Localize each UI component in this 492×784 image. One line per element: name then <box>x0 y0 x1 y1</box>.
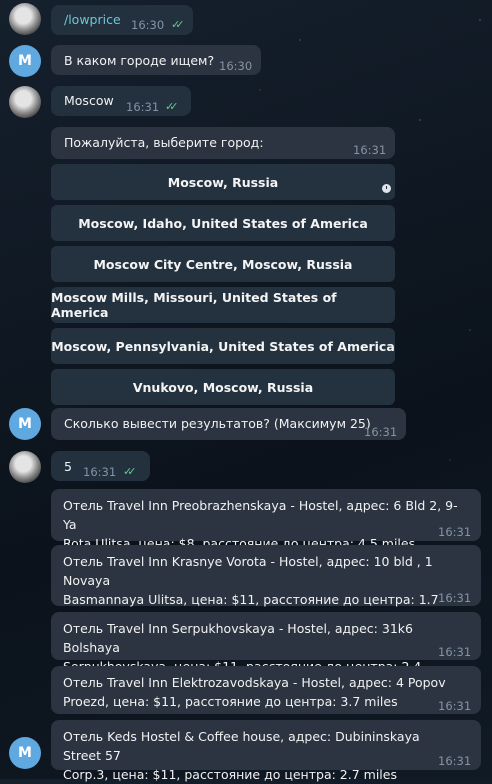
message-time: 16:31 <box>438 645 472 659</box>
message-text: 5 <box>64 459 72 474</box>
city-button-label: Moscow, Russia <box>167 174 279 190</box>
read-checks-icon: ✓✓ <box>123 465 137 478</box>
hotel-result-message[interactable]: Отель Travel Inn Serpukhovskaya - Hostel… <box>51 612 481 693</box>
city-button-moscow-russia[interactable]: Moscow, Russia <box>51 164 395 200</box>
message-text: В каком городе ищем? <box>64 53 215 68</box>
message-time: 16:30 <box>219 59 253 73</box>
city-button-moscow-pennsylvania[interactable]: Moscow, Pennsylvania, United States of A… <box>51 328 395 364</box>
hotel-result-message[interactable]: Отель Travel Inn Krasnye Vorota - Hostel… <box>51 545 481 626</box>
read-checks-icon: ✓✓ <box>171 18 185 31</box>
message-time: 16:31 <box>353 143 387 157</box>
message-text: Сколько вывести результатов? (Максимум 2… <box>64 416 371 431</box>
hotel-line-2: Corp.3, цена: $11, расстояние до центра:… <box>63 767 397 782</box>
city-button-label: Moscow City Centre, Moscow, Russia <box>93 256 353 272</box>
hotel-line-1: Отель Travel Inn Serpukhovskaya - Hostel… <box>63 621 413 655</box>
message-bubble-bot[interactable]: Пожалуйста, выберите город: 16:31 <box>51 127 395 159</box>
hotel-line-1: Отель Keds Hostel & Coffee house, адрес:… <box>63 729 420 763</box>
hotel-line-2: Proezd, цена: $11, расстояние до центра:… <box>63 694 398 709</box>
hotel-result-message[interactable]: Отель Travel Inn Elektrozavodskaya - Hos… <box>51 666 481 714</box>
message-time: 16:30 <box>131 18 165 32</box>
message-text: Moscow <box>64 93 114 108</box>
city-button-moscow-mills[interactable]: Moscow Mills, Missouri, United States of… <box>51 287 395 323</box>
message-bubble-command[interactable]: /lowprice 16:30 ✓✓ <box>51 5 193 35</box>
message-bubble-bot[interactable]: В каком городе ищем? 16:30 <box>51 45 261 75</box>
city-button-label: Moscow, Idaho, United States of America <box>78 215 368 231</box>
hotel-result-message[interactable]: Отель Travel Inn Preobrazhenskaya - Host… <box>51 489 481 551</box>
city-button-vnukovo[interactable]: Vnukovo, Moscow, Russia <box>51 369 395 405</box>
clock-icon <box>382 184 391 193</box>
bot-avatar[interactable]: M <box>9 737 41 769</box>
hotel-line-1: Отель Travel Inn Krasnye Vorota - Hostel… <box>63 554 433 588</box>
hotel-result-message[interactable]: Отель Keds Hostel & Coffee house, адрес:… <box>51 720 481 782</box>
message-text: Пожалуйста, выберите город: <box>64 135 264 150</box>
message-time: 16:31 <box>438 591 472 605</box>
hotel-line-1: Отель Travel Inn Elektrozavodskaya - Hos… <box>63 675 446 690</box>
user-avatar[interactable] <box>9 86 41 118</box>
hotel-result-text: Отель Travel Inn Elektrozavodskaya - Hos… <box>63 673 458 711</box>
command-link[interactable]: /lowprice <box>64 10 121 29</box>
message-time: 16:31 <box>438 699 472 713</box>
hotel-result-text: Отель Keds Hostel & Coffee house, адрес:… <box>63 727 458 784</box>
message-bubble-user[interactable]: 5 16:31 ✓✓ <box>51 451 150 481</box>
user-avatar[interactable] <box>9 451 41 483</box>
bot-avatar[interactable]: M <box>9 408 41 440</box>
message-bubble-user[interactable]: Moscow 16:31 ✓✓ <box>51 86 191 116</box>
city-button-label: Moscow Mills, Missouri, United States of… <box>51 290 337 320</box>
hotel-line-1: Отель Travel Inn Preobrazhenskaya - Host… <box>63 498 458 532</box>
message-time: 16:31 <box>438 525 472 539</box>
city-button-label: Moscow, Pennsylvania, United States of A… <box>51 338 395 354</box>
message-bubble-bot[interactable]: Сколько вывести результатов? (Максимум 2… <box>51 408 406 440</box>
read-checks-icon: ✓✓ <box>165 100 179 113</box>
message-time: 16:31 <box>364 425 398 439</box>
city-button-moscow-city-centre[interactable]: Moscow City Centre, Moscow, Russia <box>51 246 395 282</box>
city-button-label: Vnukovo, Moscow, Russia <box>132 379 314 395</box>
message-time: 16:31 <box>126 100 160 114</box>
user-avatar[interactable] <box>9 3 41 35</box>
message-time: 16:31 <box>83 465 117 479</box>
bot-avatar[interactable]: M <box>9 45 41 77</box>
city-button-moscow-idaho[interactable]: Moscow, Idaho, United States of America <box>51 205 395 241</box>
message-time: 16:31 <box>438 754 472 768</box>
